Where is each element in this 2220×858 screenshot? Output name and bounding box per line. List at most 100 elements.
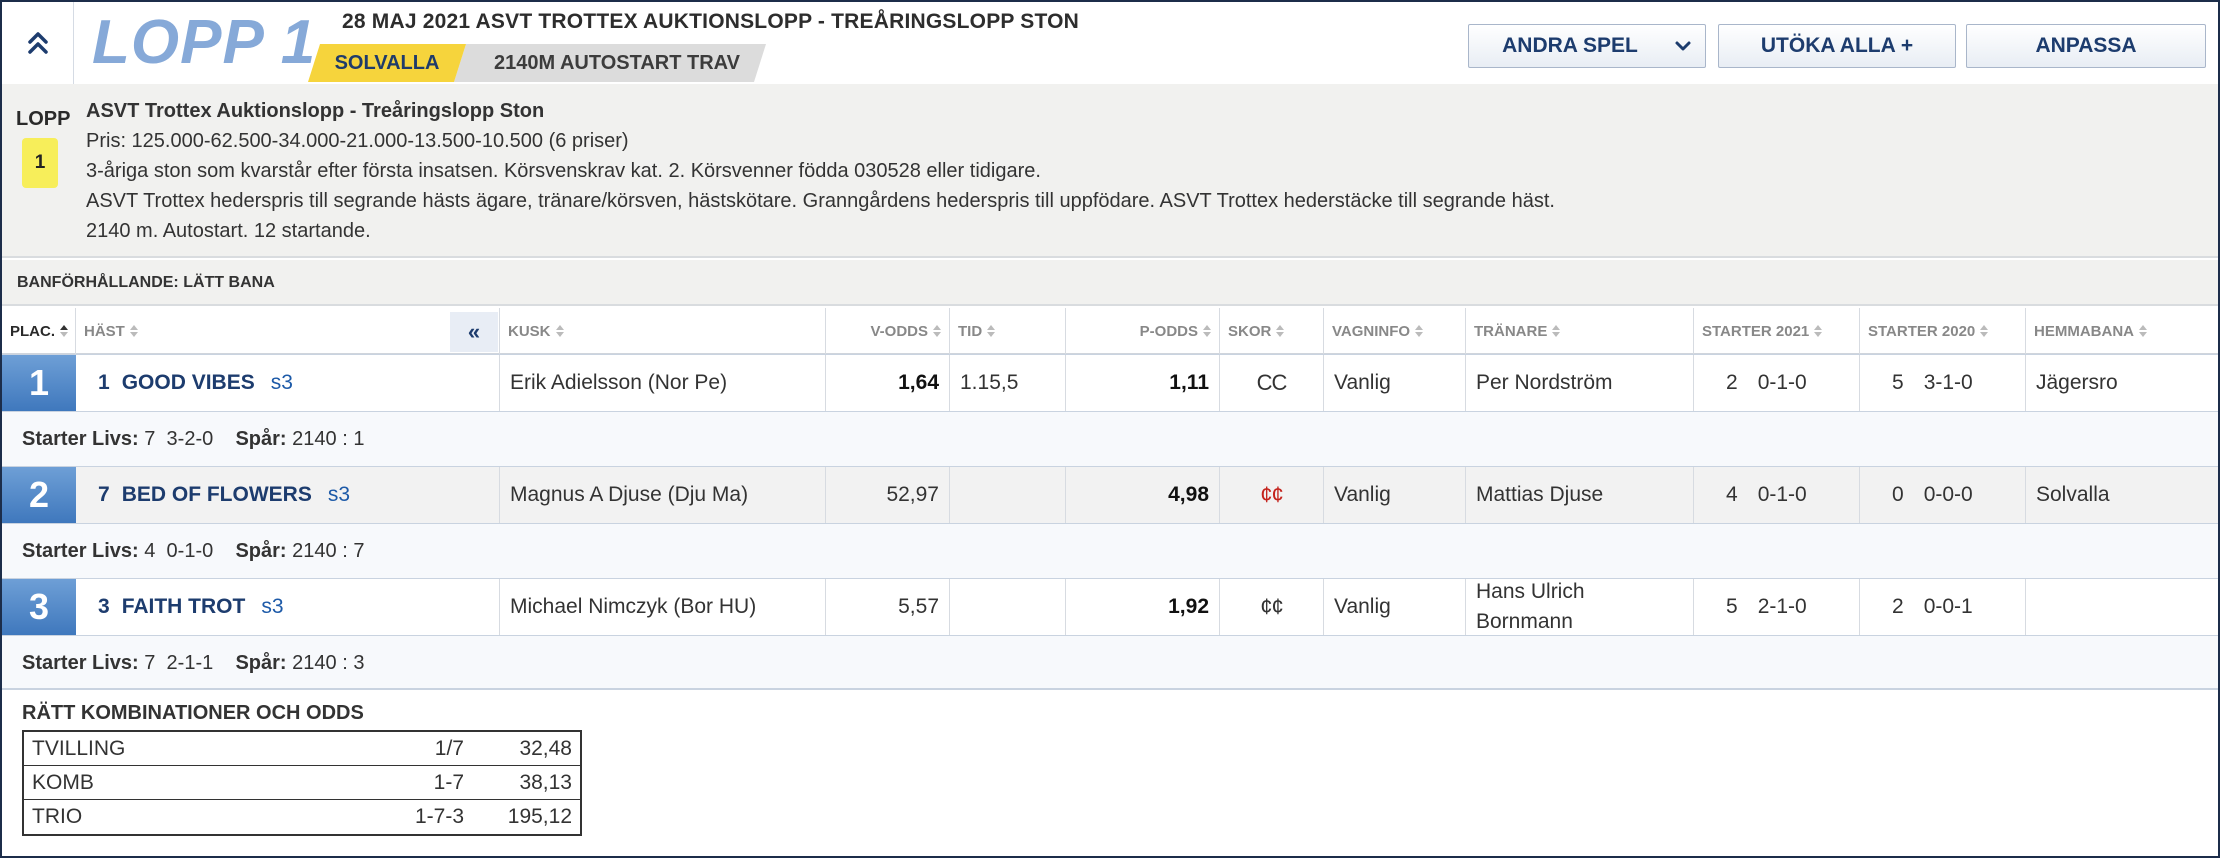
horse-s-tag: s3 [270, 371, 293, 394]
combo-odds: 38,13 [519, 771, 572, 794]
starts-record: 0-0-1 [1923, 595, 1973, 618]
combo-combination: 1/7 [434, 737, 464, 760]
utoka-alla-button[interactable]: UTÖKA ALLA + [1718, 24, 1956, 68]
starts-record: 2-1-0 [1757, 595, 1807, 618]
combo-name: KOMB [32, 771, 94, 794]
sort-icon [1203, 325, 1211, 337]
driver-cell: Erik Adielsson (Nor Pe) [500, 355, 826, 411]
row-details: Starter Livs: 7 2-1-1 Spår: 2140 : 3 [2, 636, 2218, 690]
col-plac[interactable]: PLAC. [2, 308, 76, 354]
race-prizes: Pris: 125.000-62.500-34.000-21.000-13.50… [86, 130, 629, 152]
combo-combination: 1-7-3 [414, 805, 464, 828]
horse-cell: 3 FAITH TROT s3 [76, 579, 500, 635]
livs-record: 0-1-0 [166, 540, 214, 562]
col-starter2020-label: STARTER 2020 [1868, 322, 1976, 340]
row-details-text: Starter Livs: 7 2-1-1 Spår: 2140 : 3 [22, 652, 364, 675]
col-vodds[interactable]: V-ODDS [826, 308, 950, 354]
trainer-line2: Bornmann [1476, 610, 1573, 633]
home-track-cell: Jägersro [2036, 371, 2118, 394]
combos-title: RÄTT KOMBINATIONER OCH ODDS [22, 702, 364, 724]
col-starter2021[interactable]: STARTER 2021 [1694, 308, 1860, 354]
shoes-cell: ¢¢ [1220, 579, 1324, 635]
home-track-cell [2026, 579, 2218, 635]
col-podds[interactable]: P-ODDS [1066, 308, 1220, 354]
col-vodds-label: V-ODDS [870, 322, 928, 340]
double-chevron-up-icon [27, 32, 48, 54]
col-tranare[interactable]: TRÄNARE [1466, 308, 1694, 354]
col-hast-label: HÄST [84, 322, 125, 340]
time-cell: 1.15,5 [950, 355, 1066, 411]
shoes-cell: CC [1220, 355, 1324, 411]
vodds-cell: 5,57 [826, 579, 950, 635]
livs-record: 2-1-1 [166, 652, 214, 674]
anpassa-button[interactable]: ANPASSA [1966, 24, 2206, 68]
trainer-line1: Per Nordström [1476, 371, 1613, 394]
table-row[interactable]: 2 7 BED OF FLOWERS s3 Magnus A Djuse (Dj… [2, 466, 2218, 524]
shoes-icon: ¢¢ [1260, 594, 1284, 619]
col-skor[interactable]: SKOR [1220, 308, 1324, 354]
livs-count: 4 [144, 540, 156, 562]
starts-record: 0-0-0 [1923, 483, 1973, 506]
lopp-label: LOPP [16, 108, 71, 130]
horse-cell: 1 GOOD VIBES s3 [76, 355, 500, 411]
row-details-text: Starter Livs: 7 3-2-0 Spår: 2140 : 1 [22, 428, 364, 451]
time-cell [950, 579, 1066, 635]
col-tid[interactable]: TID [950, 308, 1066, 354]
collapse-race-button[interactable] [2, 2, 74, 84]
combos-table: TVILLING 1/7 32,48 KOMB 1-7 38,13 TRIO 1… [22, 730, 582, 836]
sort-icon [60, 325, 68, 337]
col-hast[interactable]: HÄST [76, 308, 500, 354]
race-name: ASVT Trottex Auktionslopp - Treåringslop… [86, 100, 545, 122]
track-condition-bar: BANFÖRHÅLLANDE: LÄTT BANA [2, 260, 2218, 306]
starts-count: 2 [1726, 371, 1738, 394]
cart-cell: Vanlig [1324, 579, 1466, 635]
combo-name: TRIO [32, 805, 83, 828]
andra-spel-label: ANDRA SPEL [1502, 34, 1638, 57]
andra-spel-button[interactable]: ANDRA SPEL [1468, 24, 1706, 68]
col-vagninfo[interactable]: VAGNINFO [1324, 308, 1466, 354]
horse-name-link[interactable]: FAITH TROT [122, 595, 246, 619]
race-header: LOPP 1 28 MAJ 2021 ASVT TROTTEX AUKTIONS… [2, 2, 2218, 84]
row-details: Starter Livs: 7 3-2-0 Spår: 2140 : 1 [2, 412, 2218, 466]
table-row[interactable]: 1 1 GOOD VIBES s3 Erik Adielsson (Nor Pe… [2, 354, 2218, 412]
horse-cell: 7 BED OF FLOWERS s3 [76, 467, 500, 523]
cart-cell: Vanlig [1324, 467, 1466, 523]
starts-2020-cell: 0 0-0-0 [1860, 467, 2026, 523]
podds-cell: 4,98 [1066, 467, 1220, 523]
chevron-down-icon [1675, 41, 1691, 51]
combo-row: KOMB 1-7 38,13 [24, 766, 580, 800]
sort-icon [1552, 325, 1561, 337]
start-info-tag: 2140M AUTOSTART TRAV [454, 44, 766, 82]
sort-icon [1814, 325, 1823, 337]
collapse-columns-button[interactable]: « [450, 312, 498, 352]
horse-number: 1 [98, 371, 110, 394]
col-hemmabana[interactable]: HEMMABANA [2026, 308, 2218, 354]
sort-icon [1276, 325, 1285, 337]
sort-icon [987, 325, 996, 337]
horse-s-tag: s3 [261, 595, 284, 618]
combo-row: TRIO 1-7-3 195,12 [24, 800, 580, 834]
starts-2021-cell: 5 2-1-0 [1694, 579, 1860, 635]
sort-icon [129, 325, 138, 337]
place-badge: 1 [2, 355, 76, 411]
horse-name-link[interactable]: BED OF FLOWERS [122, 483, 312, 507]
starts-count: 4 [1726, 483, 1738, 506]
combo-odds: 32,48 [519, 737, 572, 760]
starts-2020-cell: 5 3-1-0 [1860, 355, 2026, 411]
starts-record: 0-1-0 [1757, 483, 1807, 506]
col-starter2020[interactable]: STARTER 2020 [1860, 308, 2026, 354]
combo-odds: 195,12 [507, 805, 572, 828]
place-badge: 3 [2, 579, 76, 635]
horse-name-link[interactable]: GOOD VIBES [122, 371, 255, 395]
col-hemmabana-label: HEMMABANA [2034, 322, 2134, 340]
col-kusk[interactable]: KUSK [500, 308, 826, 354]
time-cell [950, 467, 1066, 523]
sort-icon [1980, 325, 1989, 337]
shoes-cell: ¢¢ [1220, 467, 1324, 523]
starts-count: 0 [1892, 483, 1904, 506]
spar-value: 2140 : 1 [292, 428, 365, 450]
table-row[interactable]: 3 3 FAITH TROT s3 Michael Nimczyk (Bor H… [2, 578, 2218, 636]
combo-row: TVILLING 1/7 32,48 [24, 732, 580, 766]
shoes-icon: ¢¢ [1260, 482, 1284, 507]
livs-record: 3-2-0 [166, 428, 214, 450]
